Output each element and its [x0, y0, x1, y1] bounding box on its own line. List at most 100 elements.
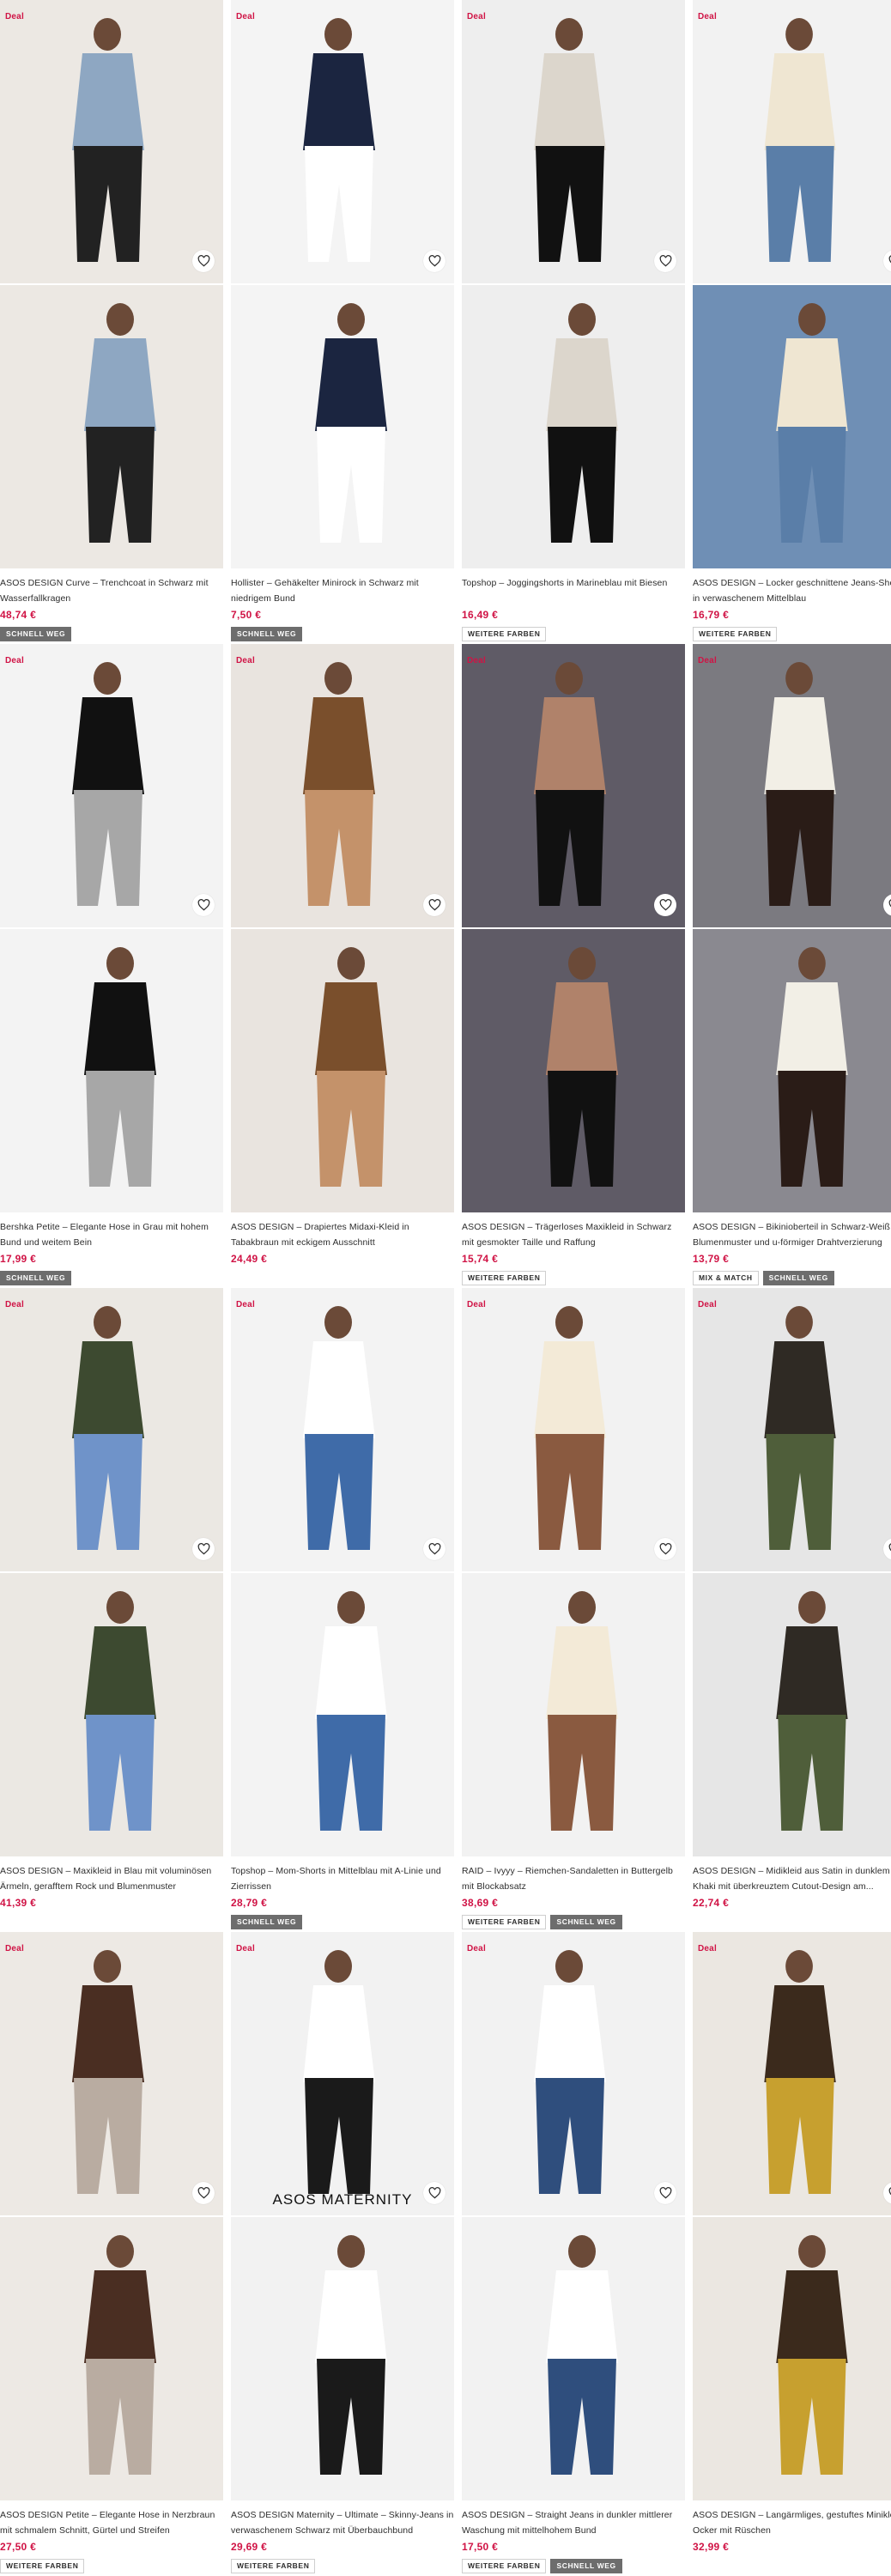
product-badges: WEITERE FARBEN: [462, 627, 685, 641]
product-title[interactable]: Topshop – Joggingshorts in Marineblau mi…: [462, 575, 685, 606]
product-card[interactable]: Deal Bershka Petite – Elegante Hose in Gr…: [0, 644, 223, 1288]
product-card[interactable]: Deal ASOS DESIGN – Trägerloses Maxikleid …: [462, 644, 685, 1288]
deal-badge: Deal: [236, 656, 255, 665]
product-title[interactable]: ASOS DESIGN – Maxikleid in Blau mit volu…: [0, 1863, 223, 1894]
product-image-alt[interactable]: [231, 929, 454, 1212]
product-price: 17,50 €: [462, 2541, 499, 2553]
product-title[interactable]: ASOS DESIGN – Bikinioberteil in Schwarz-…: [693, 1219, 891, 1250]
product-badge: SCHNELL WEG: [550, 2559, 622, 2573]
product-image-alt[interactable]: [693, 2217, 891, 2500]
product-badges: MIX & MATCH SCHNELL WEG: [693, 1271, 891, 1285]
heart-outline-icon: [659, 2187, 671, 2199]
product-card[interactable]: Deal ASOS DESIGN – Locker geschnittene Je…: [693, 0, 891, 644]
product-price: 38,69 €: [462, 1897, 499, 1909]
product-badge: SCHNELL WEG: [0, 627, 72, 641]
product-badge: WEITERE FARBEN: [462, 627, 547, 641]
product-image[interactable]: Deal: [0, 1288, 223, 1571]
product-image[interactable]: Deal: [0, 644, 223, 927]
product-title[interactable]: ASOS DESIGN Curve – Trenchcoat in Schwar…: [0, 575, 223, 606]
heart-outline-icon: [888, 1543, 891, 1552]
product-image[interactable]: Deal: [0, 1932, 223, 2215]
product-image[interactable]: ASOS MATERNITY Deal: [231, 1932, 454, 2215]
product-image-alt[interactable]: [0, 285, 223, 568]
product-card[interactable]: Deal Hollister – Gehäkelter Minirock in S…: [231, 0, 454, 644]
product-image-alt[interactable]: [462, 2217, 685, 2500]
product-card[interactable]: Deal ASOS DESIGN Petite – Elegante Hose i…: [0, 1932, 223, 2576]
product-title[interactable]: ASOS DESIGN – Langärmliges, gestuftes Mi…: [693, 2507, 891, 2538]
product-card[interactable]: Deal ASOS DESIGN – Bikinioberteil in Schw…: [693, 644, 891, 1288]
save-for-later-button[interactable]: [192, 250, 215, 272]
product-price: 16,79 €: [693, 609, 730, 621]
product-image-alt[interactable]: [462, 929, 685, 1212]
save-for-later-button[interactable]: [654, 894, 676, 916]
save-for-later-button[interactable]: [654, 1538, 676, 1560]
heart-outline-icon: [197, 255, 209, 267]
save-for-later-button[interactable]: [654, 2182, 676, 2204]
product-image-alt[interactable]: [693, 1573, 891, 1856]
product-title[interactable]: Hollister – Gehäkelter Minirock in Schwa…: [231, 575, 454, 606]
product-image-alt[interactable]: [693, 929, 891, 1212]
deal-badge: Deal: [698, 12, 717, 21]
product-card[interactable]: Deal ASOS DESIGN – Drapiertes Midaxi-Klei…: [231, 644, 454, 1288]
product-image[interactable]: Deal: [462, 644, 685, 927]
product-image[interactable]: Deal: [462, 0, 685, 283]
product-image-alt[interactable]: [231, 285, 454, 568]
deal-badge: Deal: [698, 656, 717, 665]
product-image[interactable]: Deal: [0, 0, 223, 283]
product-image[interactable]: Deal: [693, 1932, 891, 2215]
product-image[interactable]: Deal: [462, 1932, 685, 2215]
product-image-alt[interactable]: [0, 929, 223, 1212]
product-card[interactable]: Deal ASOS DESIGN – Midikleid aus Satin in…: [693, 1288, 891, 1932]
product-title[interactable]: ASOS DESIGN – Midikleid aus Satin in dun…: [693, 1863, 891, 1894]
product-badges: WEITERE FARBEN: [462, 1271, 685, 1285]
product-price: 17,99 €: [0, 1253, 37, 1265]
product-title[interactable]: ASOS DESIGN – Locker geschnittene Jeans-…: [693, 575, 891, 606]
save-for-later-button[interactable]: [654, 250, 676, 272]
product-card[interactable]: Deal RAID – Ivyyy – Riemchen-Sandaletten …: [462, 1288, 685, 1932]
product-image-alt[interactable]: [0, 2217, 223, 2500]
save-for-later-button[interactable]: [423, 1538, 446, 1560]
product-image-alt[interactable]: [231, 1573, 454, 1856]
product-image[interactable]: Deal: [693, 644, 891, 927]
product-card[interactable]: ASOS MATERNITY Deal ASOS DESIGN Maternity …: [231, 1932, 454, 2576]
heart-outline-icon: [659, 1543, 671, 1555]
product-image-alt[interactable]: [462, 285, 685, 568]
product-image-alt[interactable]: [0, 1573, 223, 1856]
product-image[interactable]: Deal: [462, 1288, 685, 1571]
product-image-alt[interactable]: [462, 1573, 685, 1856]
product-badges: WEITERE FARBEN SCHNELL WEG: [462, 1915, 685, 1929]
heart-outline-icon: [197, 899, 209, 911]
product-title[interactable]: ASOS DESIGN – Trägerloses Maxikleid in S…: [462, 1219, 685, 1250]
product-title[interactable]: ASOS DESIGN – Drapiertes Midaxi-Kleid in…: [231, 1219, 454, 1250]
product-card[interactable]: Deal ASOS DESIGN – Langärmliges, gestufte…: [693, 1932, 891, 2576]
product-title[interactable]: Bershka Petite – Elegante Hose in Grau m…: [0, 1219, 223, 1250]
product-image[interactable]: Deal: [231, 0, 454, 283]
product-image-alt[interactable]: [231, 2217, 454, 2500]
product-image[interactable]: Deal: [693, 0, 891, 283]
product-title[interactable]: ASOS DESIGN – Straight Jeans in dunkler …: [462, 2507, 685, 2538]
product-title[interactable]: ASOS DESIGN Maternity – Ultimate – Skinn…: [231, 2507, 454, 2538]
product-image-alt[interactable]: [693, 285, 891, 568]
product-image[interactable]: Deal: [231, 1288, 454, 1571]
product-card[interactable]: Deal ASOS DESIGN Curve – Trenchcoat in Sc…: [0, 0, 223, 644]
product-badges: SCHNELL WEG: [0, 627, 223, 641]
save-for-later-button[interactable]: [423, 894, 446, 916]
save-for-later-button[interactable]: [423, 250, 446, 272]
save-for-later-button[interactable]: [423, 2182, 446, 2204]
product-card[interactable]: Deal Topshop – Joggingshorts in Marinebla…: [462, 0, 685, 644]
deal-badge: Deal: [236, 12, 255, 21]
product-image[interactable]: Deal: [231, 644, 454, 927]
product-image[interactable]: Deal: [693, 1288, 891, 1571]
heart-outline-icon: [197, 2187, 209, 2199]
product-title[interactable]: ASOS DESIGN Petite – Elegante Hose in Ne…: [0, 2507, 223, 2538]
save-for-later-button[interactable]: [192, 2182, 215, 2204]
heart-outline-icon: [888, 255, 891, 264]
product-title[interactable]: Topshop – Mom-Shorts in Mittelblau mit A…: [231, 1863, 454, 1894]
product-card[interactable]: Deal Topshop – Mom-Shorts in Mittelblau m…: [231, 1288, 454, 1932]
product-title[interactable]: RAID – Ivyyy – Riemchen-Sandaletten in B…: [462, 1863, 685, 1894]
product-card[interactable]: Deal ASOS DESIGN – Maxikleid in Blau mit …: [0, 1288, 223, 1932]
deal-badge: Deal: [467, 12, 486, 21]
product-card[interactable]: Deal ASOS DESIGN – Straight Jeans in dunk…: [462, 1932, 685, 2576]
save-for-later-button[interactable]: [192, 894, 215, 916]
save-for-later-button[interactable]: [192, 1538, 215, 1560]
